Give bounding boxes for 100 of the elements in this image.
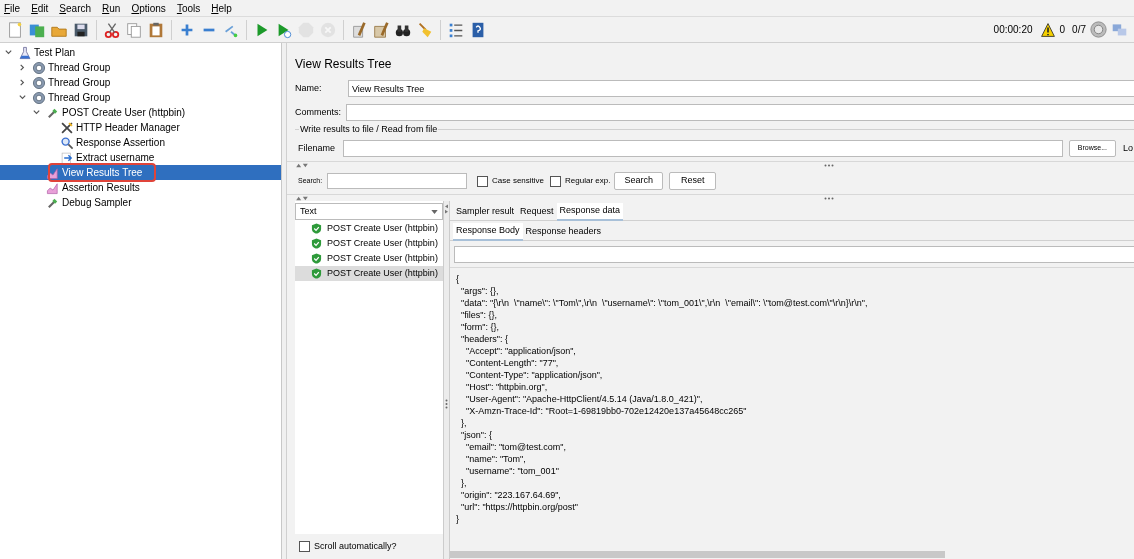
menu-item[interactable]: File xyxy=(4,0,21,16)
tab[interactable]: Response headers xyxy=(522,223,605,241)
response-line: "url": "https://httpbin.org/post" xyxy=(460,501,578,513)
tree-item-label: Extract username xyxy=(76,151,155,165)
menu-item[interactable]: Help xyxy=(211,0,232,16)
field-label: Filename xyxy=(298,141,336,155)
response-line: "X-Amzn-Trace-Id": "Root=1-69819bb0-702e12420e137a45648cc265" xyxy=(465,405,747,417)
response-line: "json": { xyxy=(460,429,492,441)
clear-icon[interactable] xyxy=(350,20,368,39)
tree-item-label: Debug Sampler xyxy=(62,196,132,210)
response-line: "Content-Length": "77", xyxy=(465,357,559,369)
flask-icon xyxy=(18,45,32,60)
tree-item[interactable]: Debug Sampler xyxy=(0,195,281,210)
clear-all-icon[interactable] xyxy=(372,20,390,39)
tab[interactable]: Response data xyxy=(556,203,624,221)
checkbox-label: Case sensitive xyxy=(492,175,545,187)
response-line: }, xyxy=(460,417,467,429)
menu-item[interactable]: Search xyxy=(59,0,92,16)
log-label[interactable]: Lo xyxy=(1123,141,1133,156)
gear-icon xyxy=(32,90,46,105)
tree-item-label: Assertion Results xyxy=(62,181,140,195)
result-item[interactable]: POST Create User (httpbin) xyxy=(295,266,443,281)
result-item[interactable]: POST Create User (httpbin) xyxy=(295,221,443,236)
tree-item[interactable]: Thread Group xyxy=(0,75,281,90)
tree-item-label: Thread Group xyxy=(48,61,111,75)
checkbox[interactable] xyxy=(477,175,488,187)
copy-icon[interactable] xyxy=(125,20,143,39)
checkbox[interactable] xyxy=(550,175,562,187)
magnifier-icon xyxy=(60,135,74,150)
tree-item[interactable]: Thread Group xyxy=(0,60,281,75)
response-line: "args": {}, xyxy=(460,285,499,297)
new-file-icon[interactable] xyxy=(6,20,24,39)
checkbox[interactable] xyxy=(299,541,310,552)
highlighted-label: View Results Tree xyxy=(50,165,155,180)
horizontal-scrollbar[interactable] xyxy=(450,550,945,558)
tree-item-label: POST Create User (httpbin) xyxy=(62,106,186,120)
checkbox-label: Scroll automatically? xyxy=(314,539,397,553)
warning-icon[interactable] xyxy=(1039,21,1056,38)
response-line: "Content-Type": "application/json", xyxy=(465,369,603,381)
tree-item[interactable]: Test Plan xyxy=(0,45,281,60)
response-line: "User-Agent": "Apache-HttpClient/4.5.14 (Java/1.8.0_421)", xyxy=(465,393,703,405)
field-label: Comments: xyxy=(295,105,342,119)
tree-item[interactable]: Extract username xyxy=(0,150,281,165)
clipboard-icon[interactable] xyxy=(147,20,165,39)
tab[interactable]: Response Body xyxy=(453,223,523,241)
search-button[interactable]: Search xyxy=(614,172,663,190)
tree-item[interactable]: Response Assertion xyxy=(0,135,281,150)
splitter-handle-icon[interactable] xyxy=(824,196,834,200)
comments-field[interactable] xyxy=(346,104,1134,121)
tree-item-label: Thread Group xyxy=(48,76,111,90)
tree-item-label: Test Plan xyxy=(34,46,76,60)
menu-item[interactable]: Edit xyxy=(31,0,49,16)
chevron-down-icon[interactable] xyxy=(4,48,13,57)
response-line: "files": {}, xyxy=(460,309,497,321)
renderer-dropdown[interactable]: Text xyxy=(295,203,443,220)
panel-title: View Results Tree xyxy=(295,57,392,71)
tree-item[interactable]: View Results Tree xyxy=(0,165,281,180)
response-line: "Host": "httpbin.org", xyxy=(465,381,548,393)
tree-item[interactable]: Thread Group xyxy=(0,90,281,105)
chart-icon xyxy=(46,180,60,195)
result-item[interactable]: POST Create User (httpbin) xyxy=(295,251,443,266)
search-field[interactable] xyxy=(327,173,467,189)
collapse-arrows-icon[interactable] xyxy=(445,204,448,214)
tab[interactable]: Request xyxy=(517,203,557,221)
collapse-arrows-icon[interactable] xyxy=(295,195,309,201)
result-item[interactable]: POST Create User (httpbin) xyxy=(295,236,443,251)
tree-item-label: Response Assertion xyxy=(76,136,165,150)
renderer-value: Text xyxy=(300,204,318,218)
response-line: "form": {}, xyxy=(460,321,499,333)
dropdown-arrow-icon xyxy=(431,209,438,214)
name-field[interactable]: View Results Tree xyxy=(348,80,1134,97)
gear-icon xyxy=(32,60,46,75)
splitter-handle-icon[interactable] xyxy=(445,399,448,409)
chart-icon xyxy=(46,165,60,180)
menu-item[interactable]: Options xyxy=(131,0,166,16)
tree-item-label: HTTP Header Manager xyxy=(76,121,180,135)
response-line: }, xyxy=(460,477,467,489)
response-line: "Accept": "application/json", xyxy=(465,345,576,357)
response-line: "name": "Tom", xyxy=(465,453,526,465)
filename-field[interactable] xyxy=(343,140,1063,157)
menu-item[interactable]: Tools xyxy=(176,0,201,16)
tree-item[interactable]: Assertion Results xyxy=(0,180,281,195)
response-line: "data": "{\r\n \"name\": \"Tom\",\r\n \"username\": \"tom_001\",\r\n \"email\": \"tom@test.com\"\r\n}\r\n", xyxy=(460,297,868,309)
thread-count: 0/7 xyxy=(1072,23,1086,37)
reset-button[interactable]: Reset xyxy=(668,172,717,190)
splitter-handle-icon[interactable] xyxy=(824,163,834,167)
tools-icon xyxy=(60,120,74,135)
response-line: "origin": "223.167.64.69", xyxy=(460,489,561,501)
elapsed-time: 00:00:20 xyxy=(993,23,1033,37)
tree-item[interactable]: POST Create User (httpbin) xyxy=(0,105,281,120)
response-line: "username": "tom_001" xyxy=(465,465,559,477)
menu-item[interactable]: Run xyxy=(102,0,121,16)
response-line: } xyxy=(456,513,459,525)
response-line: "headers": { xyxy=(460,333,508,345)
body-search-field[interactable] xyxy=(454,246,1134,263)
collapse-arrows-icon[interactable] xyxy=(295,162,309,168)
gear-icon xyxy=(32,75,46,90)
remote-icon[interactable] xyxy=(1111,21,1128,38)
tab[interactable]: Sampler result xyxy=(453,203,518,221)
tree-item[interactable]: HTTP Header Manager xyxy=(0,120,281,135)
